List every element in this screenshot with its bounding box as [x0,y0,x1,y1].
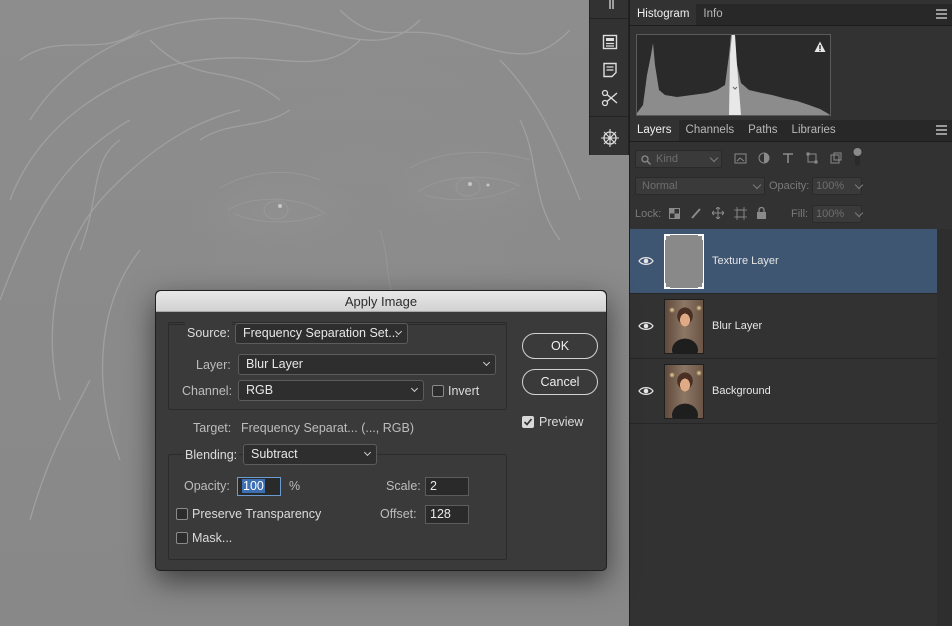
filter-smart-object-icon[interactable] [829,151,843,165]
layers-panel-menu-icon[interactable] [936,125,947,135]
tool-presets-icon[interactable] [598,86,622,110]
filter-pixel-icon[interactable] [733,151,747,165]
mask-checkbox[interactable] [176,532,188,544]
target-label: Target: [193,421,232,435]
lock-position-icon[interactable] [711,206,725,220]
layer-name[interactable]: Texture Layer [712,229,779,294]
opacity-unit: % [289,479,301,493]
navigator-wheel-icon[interactable] [598,126,622,150]
checkmark-icon [523,418,533,426]
opacity-label: Opacity: [769,180,810,192]
tab-channels[interactable]: Channels [679,119,742,141]
layer-row-background[interactable]: Background [630,359,937,424]
layer-label: Layer: [196,358,231,372]
offset-label: Offset: [380,507,417,521]
source-dropdown[interactable]: Frequency Separation Set... [235,323,408,344]
preview-label[interactable]: Preview [539,411,583,433]
lock-transparent-pixels-icon[interactable] [667,206,681,220]
notes-panel-icon[interactable] [598,58,622,82]
layer-dropdown[interactable]: Blur Layer [238,354,496,375]
visibility-eye-icon[interactable] [638,253,654,269]
offset-input[interactable]: 128 [425,505,469,524]
filter-shape-icon[interactable] [805,151,819,165]
opacity-input[interactable]: 100 [237,477,281,496]
apply-image-dialog: Apply Image Source: Frequency Separation… [155,290,607,571]
layer-thumbnail[interactable] [664,364,704,419]
lock-image-pixels-icon[interactable] [689,206,703,220]
paragraph-icon[interactable] [598,0,622,16]
tab-info[interactable]: Info [696,3,729,25]
layers-panel-tabs: Layers Channels Paths Libraries [630,119,952,142]
fill-label: Fill: [791,208,809,220]
blending-dropdown[interactable]: Subtract [243,444,377,465]
mask-label[interactable]: Mask... [192,527,232,549]
layer-row-texture[interactable]: Texture Layer [630,229,937,294]
invert-label[interactable]: Invert [448,380,479,402]
layer-thumbnail[interactable] [664,234,704,289]
layers-list: Texture Layer Blur Layer Background [630,229,952,429]
tab-libraries[interactable]: Libraries [785,119,843,141]
layer-filter-kind-select[interactable]: Kind [635,150,722,168]
preserve-transparency-label[interactable]: Preserve Transparency [192,503,321,525]
filter-type-icon[interactable] [781,151,795,165]
cache-warning-icon[interactable] [814,41,826,56]
blending-label: Blending: [183,444,240,466]
channel-label: Channel: [182,384,233,398]
invert-checkbox[interactable] [432,385,444,397]
target-value: Frequency Separat... (..., RGB) [241,421,414,435]
dialog-title[interactable]: Apply Image [156,291,606,312]
opacity-label: Opacity: [184,479,230,493]
layer-thumbnail[interactable] [664,299,704,354]
histogram-graph [636,34,831,116]
tab-paths[interactable]: Paths [741,119,784,141]
lock-label: Lock: [635,208,662,220]
scale-input[interactable]: 2 [425,477,469,496]
channel-dropdown[interactable]: RGB [238,380,424,401]
panel-icons-column [589,0,630,155]
search-icon [641,154,651,170]
preserve-transparency-checkbox[interactable] [176,508,188,520]
histogram-panel-tabs: Histogram Info [630,3,952,26]
histogram-panel-menu-icon[interactable] [936,9,947,19]
layer-fill-field[interactable]: 100% [812,205,864,223]
properties-panel-icon[interactable] [598,30,622,54]
filter-toggle-icon[interactable] [853,148,862,166]
layer-name[interactable]: Background [712,359,771,424]
blend-mode-select[interactable]: Normal [635,177,765,195]
cancel-button[interactable]: Cancel [522,369,598,395]
lock-artboard-icon[interactable] [733,206,747,220]
filter-adjustment-icon[interactable] [757,151,771,165]
visibility-eye-icon[interactable] [638,383,654,399]
scale-label: Scale: [386,479,421,493]
layer-row-blur[interactable]: Blur Layer [630,294,937,359]
ok-button[interactable]: OK [522,333,598,359]
tab-layers[interactable]: Layers [630,119,679,141]
preview-checkbox[interactable] [522,416,534,428]
tab-histogram[interactable]: Histogram [630,3,697,25]
lock-all-icon[interactable] [754,206,768,220]
layers-scroll-track[interactable] [937,229,952,626]
layer-opacity-field[interactable]: 100% [812,177,864,195]
layer-name[interactable]: Blur Layer [712,294,762,359]
right-panel-dock: Histogram Info Layers Channels Paths Lib… [629,0,952,626]
visibility-eye-icon[interactable] [638,318,654,334]
source-label: Source: [185,322,233,344]
